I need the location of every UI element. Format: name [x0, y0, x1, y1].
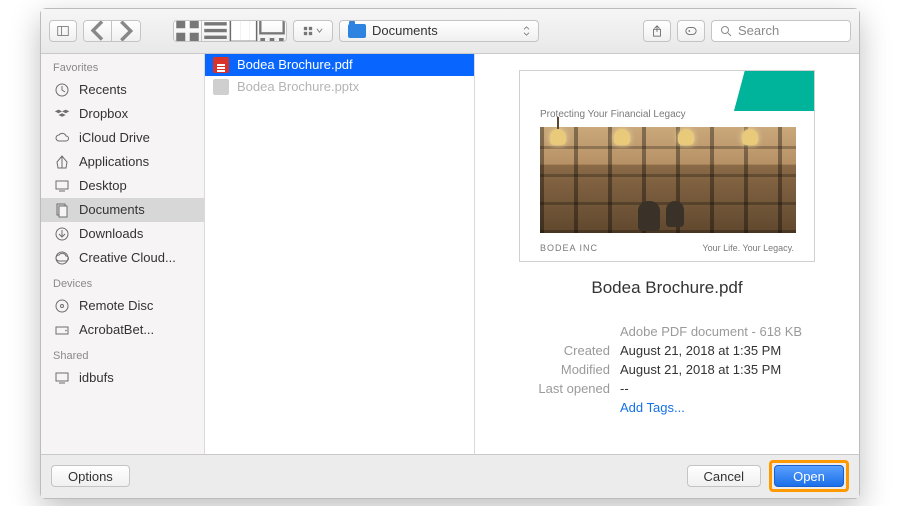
drive-icon	[53, 322, 71, 338]
open-dialog: Documents Search Favorites Recents Dropbox…	[40, 8, 860, 499]
preview-thumbnail: Protecting Your Financial Legacy BODEA I…	[519, 70, 815, 262]
sidebar-item-desktop[interactable]: Desktop	[41, 174, 204, 198]
cancel-button[interactable]: Cancel	[687, 465, 761, 487]
search-input[interactable]: Search	[711, 20, 851, 42]
sidebar-item-downloads[interactable]: Downloads	[41, 222, 204, 246]
sidebar-item-label: Remote Disc	[79, 298, 153, 313]
cloud-icon	[53, 130, 71, 146]
sidebar-toggle-button[interactable]	[49, 20, 77, 42]
created-label: Created	[502, 343, 610, 358]
sidebar-item-dropbox[interactable]: Dropbox	[41, 102, 204, 126]
disc-icon	[53, 298, 71, 314]
sidebar-item-idbufs[interactable]: idbufs	[41, 366, 204, 390]
preview-pane: Protecting Your Financial Legacy BODEA I…	[475, 54, 859, 454]
thumb-title: Protecting Your Financial Legacy	[540, 109, 686, 120]
add-tags-link[interactable]: Add Tags...	[620, 400, 685, 415]
sidebar-item-recents[interactable]: Recents	[41, 78, 204, 102]
file-row[interactable]: Bodea Brochure.pdf	[205, 54, 474, 76]
sidebar-section-header: Devices	[41, 270, 204, 294]
pdf-icon	[213, 57, 229, 73]
tags-button[interactable]	[677, 20, 705, 42]
thumb-footer-left: BODEA INC	[540, 243, 598, 253]
sidebar-section-header: Shared	[41, 342, 204, 366]
sidebar-item-label: Dropbox	[79, 106, 128, 121]
chevron-updown-icon	[523, 26, 530, 36]
creative-cloud-icon	[53, 250, 71, 266]
open-button-highlight: Open	[769, 460, 849, 492]
path-label: Documents	[372, 23, 438, 38]
list-view-button[interactable]	[202, 21, 230, 41]
documents-icon	[53, 202, 71, 218]
view-mode-switcher	[173, 20, 287, 42]
sidebar-item-acrobatbet[interactable]: AcrobatBet...	[41, 318, 204, 342]
sidebar-item-label: Creative Cloud...	[79, 250, 176, 265]
sidebar-section-header: Favorites	[41, 54, 204, 78]
sidebar-item-label: Recents	[79, 82, 127, 97]
folder-icon	[348, 24, 366, 38]
sidebar-item-creative-cloud[interactable]: Creative Cloud...	[41, 246, 204, 270]
sidebar-item-remote-disc[interactable]: Remote Disc	[41, 294, 204, 318]
icon-view-button[interactable]	[174, 21, 202, 41]
sidebar-item-label: AcrobatBet...	[79, 322, 154, 337]
sidebar-item-label: iCloud Drive	[79, 130, 150, 145]
lastopened-label: Last opened	[502, 381, 610, 396]
lastopened-value: --	[620, 381, 629, 396]
sidebar-item-icloud-drive[interactable]: iCloud Drive	[41, 126, 204, 150]
gallery-view-button[interactable]	[258, 21, 286, 41]
search-icon	[720, 25, 732, 37]
server-icon	[53, 370, 71, 386]
created-value: August 21, 2018 at 1:35 PM	[620, 343, 781, 358]
apps-icon	[53, 154, 71, 170]
bottom-bar: Options Cancel Open	[41, 454, 859, 498]
clock-icon	[53, 82, 71, 98]
nav-forward-button[interactable]	[112, 21, 140, 41]
sidebar: Favorites Recents Dropbox iCloud Drive Appli…	[41, 54, 205, 454]
desktop-icon	[53, 178, 71, 194]
nav-back-forward	[83, 20, 141, 42]
ppt-icon	[213, 79, 229, 95]
file-name: Bodea Brochure.pptx	[237, 79, 359, 94]
thumb-footer-right: Your Life. Your Legacy.	[702, 243, 794, 253]
file-list: Bodea Brochure.pdf Bodea Brochure.pptx	[205, 54, 475, 454]
column-view-button[interactable]	[230, 21, 258, 41]
open-button[interactable]: Open	[774, 465, 844, 487]
main-area: Favorites Recents Dropbox iCloud Drive Appli…	[41, 54, 859, 454]
dropbox-icon	[53, 106, 71, 122]
sidebar-item-label: Desktop	[79, 178, 127, 193]
sidebar-item-applications[interactable]: Applications	[41, 150, 204, 174]
file-row[interactable]: Bodea Brochure.pptx	[205, 76, 474, 98]
modified-value: August 21, 2018 at 1:35 PM	[620, 362, 781, 377]
sidebar-item-documents[interactable]: Documents	[41, 198, 204, 222]
options-button[interactable]: Options	[51, 465, 130, 487]
sidebar-item-label: idbufs	[79, 370, 114, 385]
sidebar-item-label: Applications	[79, 154, 149, 169]
sidebar-item-label: Documents	[79, 202, 145, 217]
file-name: Bodea Brochure.pdf	[237, 57, 353, 72]
group-by-button[interactable]	[293, 20, 333, 42]
sidebar-item-label: Downloads	[79, 226, 143, 241]
nav-back-button[interactable]	[84, 21, 112, 41]
doc-type: Adobe PDF document - 618 KB	[620, 324, 802, 339]
modified-label: Modified	[502, 362, 610, 377]
search-placeholder: Search	[738, 23, 779, 38]
preview-metadata: Adobe PDF document - 618 KB Created Augus…	[502, 322, 832, 417]
preview-filename: Bodea Brochure.pdf	[591, 278, 742, 298]
path-popup[interactable]: Documents	[339, 20, 539, 42]
share-button[interactable]	[643, 20, 671, 42]
downloads-icon	[53, 226, 71, 242]
toolbar: Documents Search	[41, 9, 859, 54]
